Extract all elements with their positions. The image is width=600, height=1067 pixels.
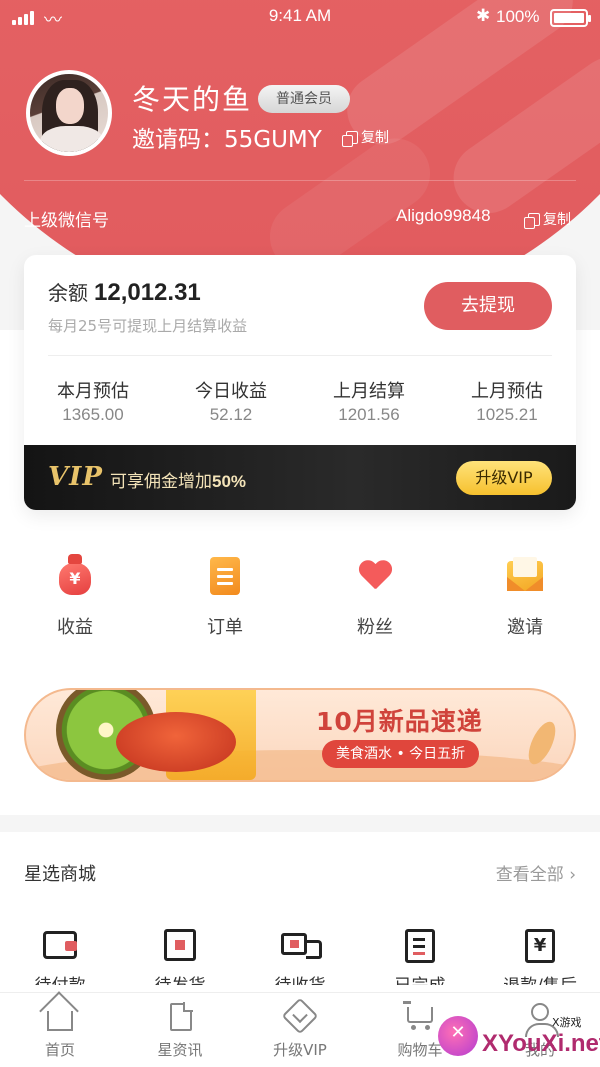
heart-icon [354,555,396,597]
mall-title: 星选商城 [24,864,96,885]
quick-fans[interactable]: 粉丝 [300,555,450,639]
home-icon [43,1001,77,1033]
header-divider [24,180,576,181]
truck-icon [281,927,322,963]
order-doc-icon [204,555,246,597]
quick-invite[interactable]: 邀请 [450,555,600,639]
view-all-link[interactable]: 查看全部 › [496,860,576,885]
stat-last-month-estimate[interactable]: 上月预估 1025.21 [438,377,576,425]
balance-card: 余额 12,012.31 每月25号可提现上月结算收益 去提现 本月预估 1365… [24,255,576,510]
tab-label: 首页 [44,1041,75,1059]
watermark-text: XYouXi.net [482,1030,600,1057]
order-status-label: 已完成 [360,971,480,985]
tab-news[interactable]: 星资讯 [120,993,240,1067]
quick-label: 邀请 [507,617,543,638]
battery-icon [550,9,591,27]
quick-earnings[interactable]: ¥ 收益 [0,554,150,639]
copy-label: 复制 [361,130,389,146]
superior-wechat-label: 上级微信号 [24,211,109,231]
money-bag-icon: ¥ [54,554,96,597]
tab-upgrade-vip[interactable]: 升级VIP [240,993,360,1067]
copy-superior-id-button[interactable]: 复制 [524,209,571,229]
stat-today-earnings[interactable]: 今日收益 52.12 [162,377,300,425]
avatar[interactable] [26,70,112,156]
order-status-label: 待收货 [240,971,360,985]
battery-percent: 100% [496,7,540,26]
upgrade-vip-button[interactable]: 升级VIP [456,461,552,495]
watermark-logo-icon [438,1016,478,1056]
stat-value: 1365.00 [62,405,124,424]
banner-title: 10月新品速递 [316,707,483,736]
member-level-badge: 普通会员 [258,85,350,113]
copy-invite-code-button[interactable]: 复制 [342,127,389,147]
copy-label: 复制 [543,212,571,228]
copy-icon [342,130,358,147]
crab-image [116,712,236,772]
earnings-stats: 本月预估 1365.00 今日收益 52.12 上月结算 1201.56 上月预… [24,377,576,425]
promo-banner[interactable]: 10月新品速递 美食酒水 • 今日五折 [24,688,576,782]
banner-tag: 美食酒水 • 今日五折 [322,740,480,768]
stat-label: 上月预估 [471,381,543,402]
card-divider [48,355,552,356]
withdraw-button[interactable]: 去提现 [424,282,552,330]
stat-label: 上月结算 [333,381,405,402]
checklist-icon [401,927,439,963]
balance-amount: 12,012.31 [94,279,201,306]
stat-month-estimate[interactable]: 本月预估 1365.00 [24,377,162,425]
withdraw-note: 每月25号可提现上月结算收益 [48,317,248,335]
quick-label: 收益 [57,617,93,638]
status-bar: 〰 9:41 AM ✱ 100% [0,0,600,34]
order-status-label: 待发货 [120,971,240,985]
tab-home[interactable]: 首页 [0,993,120,1067]
tab-label: 星资讯 [157,1041,203,1059]
balance-row: 余额 12,012.31 [48,277,201,307]
order-completed[interactable]: 已完成 [360,927,480,985]
box-icon [161,927,199,963]
stat-last-month-settled[interactable]: 上月结算 1201.56 [300,377,438,425]
quick-orders[interactable]: 订单 [150,555,300,639]
bluetooth-icon: ✱ [476,6,491,26]
copy-icon [524,212,540,229]
watermark-small-text: X游戏 [552,1016,582,1029]
tab-label: 升级VIP [273,1041,327,1059]
stat-value: 1201.56 [338,405,400,424]
stat-label: 本月预估 [57,381,129,402]
vip-promo-prefix: 可享佣金增加 [110,472,212,492]
vip-promo-text: 可享佣金增加50% [110,467,246,492]
quick-label: 粉丝 [357,617,393,638]
wallet-icon [41,927,79,963]
vip-diamond-icon [281,997,319,1035]
order-refund[interactable]: ¥ 退款/售后 [480,927,600,985]
vip-promo-rate: 50% [212,472,247,491]
superior-wechat-id: Aligdo99848 [396,206,491,225]
stat-value: 52.12 [209,405,253,424]
order-pending-receipt[interactable]: 待收货 [240,927,360,985]
invite-code: 邀请码：55GUMY [132,127,322,153]
username: 冬天的鱼 [132,83,253,116]
vip-logo: VIP [48,462,103,492]
site-watermark: X游戏 XYouXi.net [432,1008,600,1067]
order-pending-payment[interactable]: 待付款 [0,927,120,985]
quick-actions: ¥ 收益 订单 粉丝 邀请 [0,554,600,639]
order-pending-shipment[interactable]: 待发货 [120,927,240,985]
stat-value: 1025.21 [476,405,538,424]
order-status-label: 退款/售后 [480,971,600,985]
stat-label: 今日收益 [195,381,267,402]
document-icon [163,1001,197,1033]
refund-icon: ¥ [521,927,559,963]
quick-label: 订单 [207,617,243,638]
order-status-icons: 待付款 待发货 待收货 已完成 ¥ 退款/售后 [0,927,600,985]
vip-promo-bar[interactable]: VIP 可享佣金增加50% 升级VIP [24,445,576,510]
balance-label: 余额 [48,281,88,305]
envelope-icon [504,555,546,597]
order-status-label: 待付款 [0,971,120,985]
